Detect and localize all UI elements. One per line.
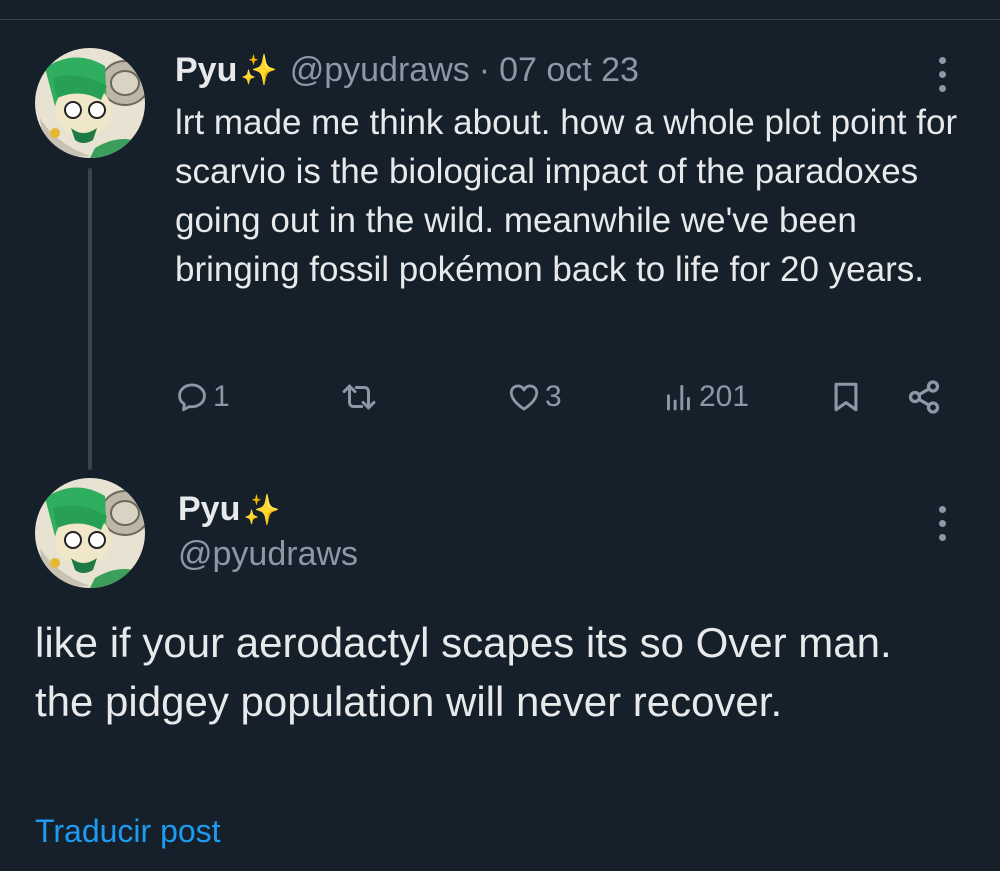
avatar[interactable] (35, 48, 145, 158)
views-count: 201 (699, 380, 750, 413)
more-options-icon[interactable] (936, 506, 948, 541)
retweet-arrows-icon (342, 384, 376, 410)
post-date[interactable]: 07 oct 23 (499, 51, 639, 90)
heart-icon (509, 384, 539, 411)
reply-button[interactable]: 1 (175, 372, 230, 422)
more-options-icon[interactable] (936, 57, 948, 92)
action-bar: 1 3 201 (0, 372, 1000, 422)
retweet-button[interactable] (340, 372, 382, 422)
reply-tweet-text: lrt made me think about. how a whole plo… (175, 103, 958, 289)
reply-tweet-header: Pyu ✨ @pyudraws · 07 oct 23 (175, 48, 639, 92)
author-name[interactable]: Pyu (178, 490, 240, 528)
sparkles-emoji: ✨ (240, 53, 278, 87)
share-button[interactable] (906, 372, 942, 422)
bookmark-icon (834, 382, 858, 412)
author-handle[interactable]: @pyudraws (178, 535, 358, 574)
author-handle[interactable]: @pyudraws (290, 51, 470, 90)
author-name[interactable]: Pyu (175, 51, 237, 90)
share-nodes-icon (908, 380, 940, 414)
main-tweet-text: like if your aerodactyl scapes its so Ov… (35, 619, 892, 725)
separator-dot: · (478, 50, 491, 89)
bookmark-button[interactable] (829, 372, 863, 422)
speech-bubble-icon (178, 383, 206, 412)
sparkles-emoji: ✨ (243, 494, 281, 527)
reply-count: 1 (213, 380, 230, 413)
views-button[interactable]: 201 (663, 372, 749, 422)
main-author-name-row: Pyu ✨ (178, 490, 281, 529)
bar-chart-icon (667, 385, 690, 411)
avatar[interactable] (35, 478, 145, 588)
like-count: 3 (545, 380, 562, 413)
like-button[interactable]: 3 (507, 372, 562, 422)
thread-connector-line (88, 168, 92, 470)
translate-post-link[interactable]: Traducir post (35, 813, 221, 850)
top-divider (0, 19, 1000, 20)
